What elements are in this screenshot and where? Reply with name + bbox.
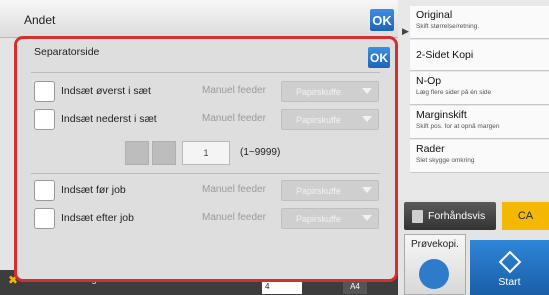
insert-before-job-checkbox[interactable] <box>34 180 55 201</box>
paper-tray-select[interactable]: Papirskuffe <box>281 109 379 130</box>
proof-copy-label: Prøvekopi. <box>411 239 459 250</box>
dialog-title: Separatorside <box>34 46 100 58</box>
window-header: Andet OK <box>0 0 398 38</box>
separator-page-dialog: Separatorside OK Indsæt øverst i sæt Man… <box>14 36 398 282</box>
paper-tray-select-label: Papirskuffe <box>296 115 341 125</box>
side-menu: Original Skift størrelse/retning. 2-Side… <box>398 0 549 200</box>
copy-settings-screen: Andet OK Original Skift størrelse/retnin… <box>0 0 549 295</box>
preview-button[interactable]: Forhåndsvis <box>404 202 496 230</box>
side-menu-item-erase[interactable]: Rader Slet skygge omkring <box>410 140 549 173</box>
insert-bottom-label: Indsæt nederst i sæt <box>61 113 157 125</box>
side-menu-item-title: N-Op <box>416 75 442 87</box>
preview-icon <box>412 209 423 223</box>
insert-top-checkbox[interactable] <box>34 81 55 102</box>
start-button[interactable]: Start <box>470 240 549 295</box>
paper-tray-select[interactable]: Papirskuffe <box>281 180 379 201</box>
window-ok-button[interactable]: OK <box>370 9 394 31</box>
bypass-feeder-label: Manuel feeder <box>202 184 266 195</box>
quantity-stepper: 1 (1~9999) <box>125 141 325 165</box>
insert-top-label: Indsæt øverst i sæt <box>61 85 151 97</box>
side-menu-item-duplex-copy[interactable]: 2-Sidet Kopi <box>410 40 549 71</box>
bypass-feeder-label: Manuel feeder <box>202 212 266 223</box>
side-menu-item-margin-shift[interactable]: Marginskift Skift pos. for at opnå marge… <box>410 106 549 139</box>
paper-tray-select-label: Papirskuffe <box>296 87 341 97</box>
bypass-feeder-label: Manuel feeder <box>202 85 266 96</box>
side-menu-item-original[interactable]: Original Skift størrelse/retning. <box>410 6 549 39</box>
window-title: Andet <box>24 13 56 27</box>
side-menu-item-title: Original <box>416 9 453 21</box>
increment-button[interactable] <box>152 141 176 165</box>
side-menu-item-n-up[interactable]: N-Op Læg flere sider på én side <box>410 72 549 105</box>
paper-size-indicator: A4 <box>343 282 367 294</box>
quantity-input[interactable]: 1 <box>182 141 230 165</box>
proof-copy-icon <box>419 259 449 289</box>
option-row-insert-before-job: Indsæt før job Manuel feeder Papirskuffe <box>34 180 379 202</box>
quantity-range-label: (1~9999) <box>240 147 281 158</box>
side-menu-item-subtitle: Skift størrelse/retning. <box>416 23 480 30</box>
paper-tray-select[interactable]: Papirskuffe <box>281 208 379 229</box>
divider <box>31 72 380 73</box>
paper-tray-select-label: Papirskuffe <box>296 186 341 196</box>
insert-after-job-label: Indsæt efter job <box>61 212 134 224</box>
chevron-down-icon <box>362 88 372 94</box>
side-menu-item-title: Marginskift <box>416 109 467 121</box>
insert-bottom-checkbox[interactable] <box>34 109 55 130</box>
menu-pointer-icon: ▶ <box>402 26 409 36</box>
side-menu-item-subtitle: Læg flere sider på én side <box>416 89 492 96</box>
insert-before-job-label: Indsæt før job <box>61 184 126 196</box>
clear-all-button[interactable]: CA <box>502 202 549 230</box>
preview-button-label: Forhåndsvis <box>428 210 486 222</box>
chevron-down-icon <box>362 187 372 193</box>
side-menu-item-subtitle: Skift pos. for at opnå margen <box>416 123 500 130</box>
option-row-insert-after-job: Indsæt efter job Manuel feeder Papirskuf… <box>34 208 379 230</box>
decrement-button[interactable] <box>125 141 149 165</box>
paper-tray-select[interactable]: Papirskuffe <box>281 81 379 102</box>
chevron-down-icon <box>362 116 372 122</box>
proof-copy-button[interactable]: Prøvekopi. <box>404 234 466 295</box>
start-button-label: Start <box>498 276 521 288</box>
page-count-field: 4 <box>262 282 302 294</box>
option-row-insert-top: Indsæt øverst i sæt Manuel feeder Papirs… <box>34 81 379 103</box>
option-row-insert-bottom: Indsæt nederst i sæt Manuel feeder Papir… <box>34 109 379 131</box>
dialog-ok-button[interactable]: OK <box>368 47 390 68</box>
paper-tray-select-label: Papirskuffe <box>296 214 341 224</box>
chevron-down-icon <box>362 215 372 221</box>
side-menu-item-title: 2-Sidet Kopi <box>416 49 474 61</box>
side-menu-item-subtitle: Slet skygge omkring <box>416 157 475 164</box>
bypass-feeder-label: Manuel feeder <box>202 113 266 124</box>
insert-after-job-checkbox[interactable] <box>34 208 55 229</box>
side-menu-item-title: Rader <box>416 143 445 155</box>
start-icon <box>498 250 521 274</box>
divider <box>31 173 380 174</box>
